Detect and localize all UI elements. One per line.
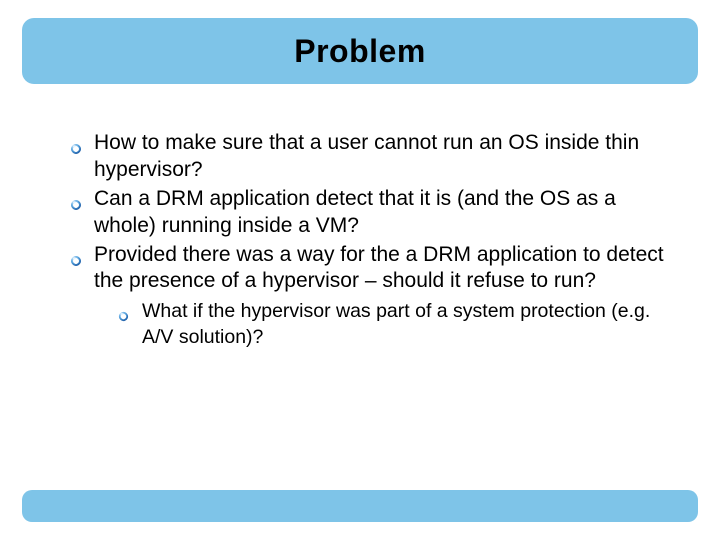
list-item: Can a DRM application detect that it is … [70, 186, 680, 240]
bullet-icon [118, 304, 129, 315]
sub-list-item-text: What if the hypervisor was part of a sys… [142, 300, 650, 347]
list-item-text: Provided there was a way for the a DRM a… [94, 243, 664, 293]
bullet-list: How to make sure that a user cannot run … [70, 130, 680, 350]
slide-title: Problem [294, 33, 426, 70]
bullet-icon [70, 192, 82, 204]
footer-bar [22, 490, 698, 522]
list-item: Provided there was a way for the a DRM a… [70, 242, 680, 350]
list-item-text: How to make sure that a user cannot run … [94, 131, 639, 181]
bullet-icon [70, 136, 82, 148]
list-item: How to make sure that a user cannot run … [70, 130, 680, 184]
title-bar: Problem [22, 18, 698, 84]
bullet-icon [70, 248, 82, 260]
sub-list: What if the hypervisor was part of a sys… [118, 299, 680, 350]
slide-content: How to make sure that a user cannot run … [70, 130, 680, 352]
sub-list-item: What if the hypervisor was part of a sys… [118, 299, 680, 350]
list-item-text: Can a DRM application detect that it is … [94, 187, 616, 237]
